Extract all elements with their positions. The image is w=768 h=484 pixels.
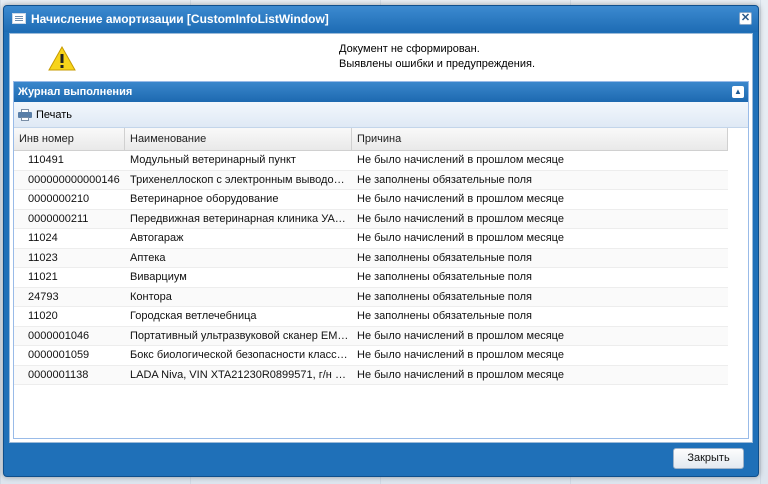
cell-reason: Не было начислений в прошлом месяце [357, 368, 564, 381]
print-label: Печать [36, 109, 73, 121]
cell-name: Портативный ультразвуковой сканер ЕМР ..… [130, 329, 352, 342]
column-header-name[interactable]: Наименование [125, 128, 352, 150]
cell-inv-number: 11020 [28, 310, 58, 322]
toolbar: Печать [14, 102, 748, 128]
table-row[interactable]: 0000000210 Ветеринарное оборудование Не бы… [14, 190, 728, 210]
cell-name: Автогараж [130, 232, 184, 244]
cell-name: Контора [130, 290, 172, 303]
message-line-2: Выявлены ошибки и предупреждения. [339, 58, 536, 70]
cell-name: Аптека [130, 251, 166, 264]
table-row[interactable]: 0000001046 Портативный ультразвуковой ска… [14, 326, 728, 346]
window-icon [12, 13, 26, 24]
cell-inv-number: 0000000211 [28, 212, 89, 225]
printer-icon [18, 109, 32, 121]
cell-name: Виварциум [130, 271, 187, 283]
cell-name: Бокс биологической безопасности класса I… [130, 349, 352, 361]
cell-name: Городская ветлечебница [130, 310, 257, 322]
table-row[interactable]: 110491 Модульный ветеринарный пункт Не был… [14, 151, 728, 171]
cell-name: Модульный ветеринарный пункт [130, 154, 296, 166]
message-area: Документ не сформирован. Выявлены ошибки… [10, 34, 752, 80]
cell-reason: Не было начислений в прошлом месяце [357, 154, 564, 166]
cell-reason: Не было начислений в прошлом месяце [357, 212, 564, 225]
grid-rows: 110491 Модульный ветеринарный пункт Не был… [14, 151, 728, 385]
cell-reason: Не было начислений в прошлом месяце [357, 349, 564, 361]
grid-header: Инв номер Наименование Причина [14, 128, 728, 151]
panel-title: Журнал выполнения [18, 86, 133, 98]
cell-inv-number: 11023 [28, 251, 58, 264]
cell-name: Трихенеллоскоп с электронным выводом и..… [130, 173, 352, 186]
table-row[interactable]: 000000000000146 Трихенеллоскоп с электрон… [14, 170, 728, 190]
window-title: Начисление амортизации [CustomInfoListWi… [31, 12, 329, 26]
table-row[interactable]: 11024 Автогараж Не было начислений в прошл… [14, 229, 728, 249]
cell-inv-number: 0000001138 [28, 368, 89, 381]
cell-reason: Не заполнены обязательные поля [357, 251, 532, 264]
table-row[interactable]: 11021 Виварциум Не заполнены обязательные … [14, 268, 728, 288]
cell-reason: Не заполнены обязательные поля [357, 310, 532, 322]
dialog-window: Начисление амортизации [CustomInfoListWi… [3, 5, 759, 477]
column-header-inv-number[interactable]: Инв номер [14, 128, 125, 150]
cell-reason: Не было начислений в прошлом месяце [357, 193, 564, 205]
table-row[interactable]: 0000000211 Передвижная ветеринарная клини… [14, 209, 728, 229]
column-header-reason[interactable]: Причина [352, 128, 728, 150]
cell-inv-number: 0000000210 [28, 193, 90, 205]
table-row[interactable]: 0000001059 Бокс биологической безопасност… [14, 346, 728, 366]
cell-inv-number: 11021 [28, 271, 58, 283]
close-button[interactable]: Закрыть [673, 448, 744, 469]
cell-reason: Не заполнены обязательные поля [357, 173, 532, 186]
cell-inv-number: 000000000000146 [28, 173, 120, 186]
results-grid: Инв номер Наименование Причина 110491 Мод… [14, 128, 748, 438]
cell-inv-number: 0000001059 [28, 349, 90, 361]
collapse-icon[interactable]: ▲ [732, 86, 744, 98]
close-icon[interactable]: ✕ [739, 12, 752, 25]
cell-reason: Не заполнены обязательные поля [357, 271, 532, 283]
cell-reason: Не было начислений в прошлом месяце [357, 329, 564, 342]
cell-inv-number: 110491 [28, 154, 64, 166]
dialog-body: Документ не сформирован. Выявлены ошибки… [9, 33, 753, 443]
cell-inv-number: 0000001046 [28, 329, 90, 342]
cell-inv-number: 11024 [28, 232, 58, 244]
cell-name: LADA Niva, VIN XTA21230R0899571, г/н Р75… [130, 368, 352, 381]
cell-inv-number: 24793 [28, 290, 59, 303]
table-row[interactable]: 11023 Аптека Не заполнены обязательные пол… [14, 248, 728, 268]
table-row[interactable]: 24793 Контора Не заполнены обязательные по… [14, 287, 728, 307]
cell-name: Передвижная ветеринарная клиника УАЗ 3..… [130, 212, 352, 225]
message-line-1: Документ не сформирован. [339, 43, 480, 55]
cell-reason: Не было начислений в прошлом месяце [357, 232, 564, 244]
cell-reason: Не заполнены обязательные поля [357, 290, 532, 303]
warning-icon [48, 46, 76, 71]
table-row[interactable]: 11020 Городская ветлечебница Не заполнены … [14, 307, 728, 327]
panel-header: Журнал выполнения ▲ [14, 82, 748, 102]
print-button[interactable]: Печать [18, 107, 72, 123]
title-bar[interactable]: Начисление амортизации [CustomInfoListWi… [4, 6, 758, 32]
cell-name: Ветеринарное оборудование [130, 193, 279, 205]
execution-log-panel: Журнал выполнения ▲ Печать Инв номер Наи… [13, 81, 749, 439]
table-row[interactable]: 0000001138 LADA Niva, VIN XTA21230R089957… [14, 365, 728, 385]
